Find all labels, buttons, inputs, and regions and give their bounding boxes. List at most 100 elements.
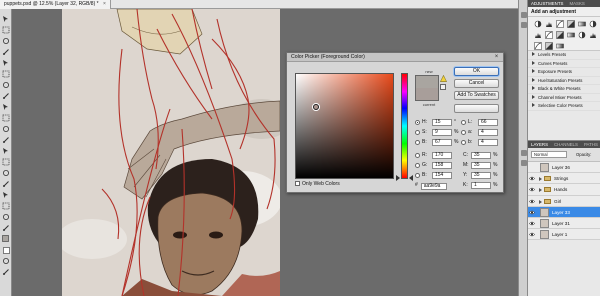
color-field[interactable] <box>295 73 394 179</box>
layer-group-row[interactable]: Hands <box>528 184 600 196</box>
threshold-icon[interactable] <box>534 42 542 50</box>
hue-field[interactable]: 15 <box>432 119 452 126</box>
layer-row[interactable]: Layer 31 <box>528 217 600 230</box>
document-canvas[interactable] <box>62 9 280 296</box>
gradient-tool-icon[interactable] <box>2 136 10 144</box>
disclosure-triangle-icon[interactable] <box>532 60 535 65</box>
tab-adjustments[interactable]: ADJUSTMENTS <box>531 1 563 6</box>
tab-paths[interactable]: PATHS <box>584 142 598 147</box>
eraser-tool-icon[interactable] <box>2 125 10 133</box>
layer-group-row[interactable]: Strings <box>528 173 600 185</box>
crop-tool-icon[interactable] <box>2 59 10 67</box>
tab-masks[interactable]: MASKS <box>569 1 584 6</box>
layer-row[interactable]: Layer 33 <box>528 206 600 218</box>
exposure-icon[interactable] <box>567 20 575 28</box>
black-field[interactable]: 1 <box>471 182 491 189</box>
screen-mode-icon[interactable] <box>2 268 10 276</box>
layer-row[interactable]: Layer 36 <box>528 162 600 174</box>
green-field[interactable]: 158 <box>432 162 452 169</box>
hand-tool-icon[interactable] <box>2 213 10 221</box>
eye-icon[interactable] <box>529 221 535 226</box>
disclosure-triangle-icon[interactable] <box>532 94 535 99</box>
red-radio[interactable] <box>415 153 420 158</box>
disclosure-triangle-icon[interactable] <box>532 52 535 56</box>
preset-item[interactable]: Levels Presets <box>528 51 600 60</box>
expand-arrow-icon[interactable] <box>539 177 542 182</box>
foreground-color-icon[interactable] <box>2 235 10 243</box>
preset-item[interactable]: Channel Mixer Presets <box>528 94 600 102</box>
disclosure-triangle-icon[interactable] <box>532 86 535 90</box>
quick-mask-icon[interactable] <box>2 257 10 265</box>
eyedropper-tool-icon[interactable] <box>2 70 10 78</box>
document-tab[interactable]: puppets.psd @ 12.5% (Layer 32, RGB/8) * … <box>0 0 111 9</box>
type-tool-icon[interactable] <box>2 180 10 188</box>
yellow-field[interactable]: 35 <box>471 172 491 179</box>
shape-tool-icon[interactable] <box>2 202 10 210</box>
brightness-contrast-icon[interactable] <box>534 20 542 28</box>
brush-panel-icon[interactable] <box>521 150 527 156</box>
disclosure-triangle-icon[interactable] <box>532 69 535 73</box>
channel-mixer-icon[interactable] <box>567 31 575 39</box>
photo-filter-icon[interactable] <box>556 31 564 39</box>
history-icon[interactable] <box>521 12 527 18</box>
lab-a-field[interactable]: 4 <box>478 129 498 136</box>
web-safe-cube-icon[interactable] <box>440 84 446 90</box>
current-color-swatch[interactable] <box>416 88 438 100</box>
quick-select-tool-icon[interactable] <box>2 48 10 56</box>
hex-field[interactable]: aa9e9a <box>420 183 447 190</box>
marquee-tool-icon[interactable] <box>2 26 10 34</box>
saturation-field[interactable]: 9 <box>432 129 452 136</box>
gamut-warning-icon[interactable] <box>440 74 447 82</box>
preset-item[interactable]: Curves Presets <box>528 60 600 68</box>
eye-icon[interactable] <box>529 232 535 237</box>
eye-icon[interactable] <box>529 199 535 204</box>
hue-slider[interactable] <box>401 73 408 179</box>
color-libraries-button[interactable] <box>454 104 499 113</box>
curves-icon[interactable] <box>556 20 564 28</box>
blue-field[interactable]: 154 <box>432 172 452 179</box>
hue-slider-handle-right[interactable] <box>409 175 413 181</box>
dodge-tool-icon[interactable] <box>2 158 10 166</box>
preset-item[interactable]: Black & White Presets <box>528 85 600 94</box>
stamp-tool-icon[interactable] <box>2 103 10 111</box>
preset-item[interactable]: Hue/Saturation Presets <box>528 77 600 85</box>
eye-icon[interactable] <box>529 187 535 192</box>
brightness-radio[interactable] <box>415 140 420 145</box>
vibrance-icon[interactable] <box>578 20 586 28</box>
blend-mode-select[interactable]: Normal <box>531 151 567 158</box>
gradient-map-icon[interactable] <box>545 42 553 50</box>
ok-button[interactable]: OK <box>454 67 499 76</box>
saturation-radio[interactable] <box>415 130 420 135</box>
posterize-icon[interactable] <box>589 31 597 39</box>
close-icon[interactable]: × <box>103 1 106 7</box>
pen-tool-icon[interactable] <box>2 169 10 177</box>
lab-a-radio[interactable] <box>461 130 466 135</box>
background-color-icon[interactable] <box>2 246 10 254</box>
lab-l-radio[interactable] <box>461 120 466 125</box>
lab-b-field[interactable]: 4 <box>478 139 498 146</box>
expand-arrow-icon[interactable] <box>539 188 542 193</box>
selective-color-icon[interactable] <box>556 42 564 50</box>
brush-tool-icon[interactable] <box>2 92 10 100</box>
clone-source-icon[interactable] <box>521 160 527 166</box>
lab-l-field[interactable]: 66 <box>478 119 498 126</box>
cancel-button[interactable]: Cancel <box>454 79 499 88</box>
eye-icon[interactable] <box>529 210 535 215</box>
disclosure-triangle-icon[interactable] <box>532 103 535 107</box>
hue-saturation-icon[interactable] <box>589 20 597 28</box>
healing-tool-icon[interactable] <box>2 81 10 89</box>
hue-radio[interactable] <box>415 120 420 125</box>
lab-b-radio[interactable] <box>461 140 466 145</box>
color-field-marker[interactable] <box>313 104 319 110</box>
path-select-tool-icon[interactable] <box>2 191 10 199</box>
actions-icon[interactable] <box>521 22 527 28</box>
only-web-colors-option[interactable]: Only Web Colors <box>295 181 340 188</box>
close-icon[interactable]: × <box>493 54 500 61</box>
green-radio[interactable] <box>415 163 420 168</box>
invert-icon[interactable] <box>578 31 586 39</box>
brightness-field[interactable]: 67 <box>432 139 452 146</box>
red-field[interactable]: 170 <box>432 152 452 159</box>
tab-channels[interactable]: CHANNELS <box>554 142 578 147</box>
expand-arrow-icon[interactable] <box>539 199 542 204</box>
preset-item[interactable]: Selective Color Presets <box>528 102 600 111</box>
